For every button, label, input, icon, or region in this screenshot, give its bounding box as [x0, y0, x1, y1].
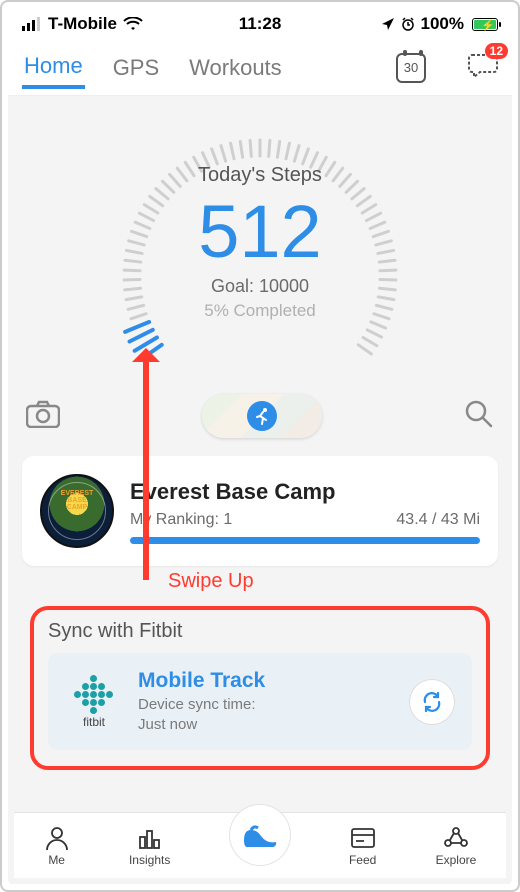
- tab-track[interactable]: [230, 805, 290, 865]
- sync-section-title: Sync with Fitbit: [48, 620, 472, 643]
- bars-icon: [137, 825, 163, 851]
- sync-section: Sync with Fitbit fitbit Mobile Track: [30, 606, 490, 770]
- runner-pin-icon: [247, 401, 277, 431]
- sync-card[interactable]: fitbit Mobile Track Device sync time:Jus…: [48, 653, 472, 750]
- wifi-icon: [123, 17, 143, 31]
- device-frame: T-Mobile 11:28 100% ⚡ Home GPS Workouts …: [0, 0, 520, 892]
- tab-gps[interactable]: GPS: [111, 49, 161, 87]
- chat-badge: 12: [485, 43, 508, 59]
- camera-icon[interactable]: [26, 400, 60, 433]
- bottom-tabbar: Me Insights Feed Explore: [14, 812, 506, 878]
- alarm-icon: [401, 17, 415, 31]
- pct-label: 5% Completed: [198, 301, 322, 321]
- tab-insights[interactable]: Insights: [129, 825, 170, 867]
- device-name: Mobile Track: [138, 669, 394, 693]
- tab-workouts[interactable]: Workouts: [187, 49, 284, 87]
- map-button[interactable]: [202, 394, 322, 438]
- signal-icon: [22, 17, 42, 31]
- clock: 11:28: [239, 14, 282, 34]
- steps-value: 512: [198, 191, 322, 272]
- screen: T-Mobile 11:28 100% ⚡ Home GPS Workouts …: [8, 8, 512, 884]
- carrier-label: T-Mobile: [48, 14, 117, 34]
- goal-label: Goal: 10000: [198, 276, 322, 297]
- tab-explore[interactable]: Explore: [436, 825, 477, 867]
- distance-label: 43.4 / 43 Mi: [396, 511, 480, 529]
- challenge-card[interactable]: EVERESTBASE CAMP Everest Base Camp My Ra…: [22, 456, 498, 566]
- refresh-icon: [421, 691, 443, 713]
- swipe-up-label: Swipe Up: [168, 570, 254, 593]
- person-icon: [44, 825, 70, 851]
- challenge-badge-icon: EVERESTBASE CAMP: [40, 474, 114, 548]
- feed-icon: [350, 825, 376, 851]
- shoe-icon: [241, 820, 279, 850]
- challenge-progress: [130, 537, 480, 544]
- tab-me[interactable]: Me: [44, 825, 70, 867]
- sync-button[interactable]: [410, 680, 454, 724]
- tab-home[interactable]: Home: [22, 47, 85, 89]
- battery-icon: ⚡: [470, 18, 498, 31]
- location-icon: [381, 17, 395, 31]
- calendar-icon[interactable]: 30: [396, 53, 426, 83]
- chat-icon[interactable]: 12: [468, 51, 498, 84]
- battery-pct: 100%: [421, 14, 464, 34]
- search-icon[interactable]: [464, 399, 494, 434]
- gauge-label: Today's Steps: [198, 164, 322, 187]
- status-bar: T-Mobile 11:28 100% ⚡: [8, 8, 512, 40]
- ranking-label: My Ranking: 1: [130, 511, 232, 529]
- challenge-title: Everest Base Camp: [130, 479, 480, 505]
- fitbit-logo: fitbit: [66, 675, 122, 729]
- top-nav: Home GPS Workouts 30 12: [8, 40, 512, 96]
- fitbit-icon: [74, 675, 114, 711]
- explore-icon: [443, 825, 469, 851]
- sync-time-label: Device sync time:Just now: [138, 695, 394, 734]
- steps-gauge[interactable]: Today's Steps 512 Goal: 10000 5% Complet…: [22, 106, 498, 386]
- tab-feed[interactable]: Feed: [349, 825, 376, 867]
